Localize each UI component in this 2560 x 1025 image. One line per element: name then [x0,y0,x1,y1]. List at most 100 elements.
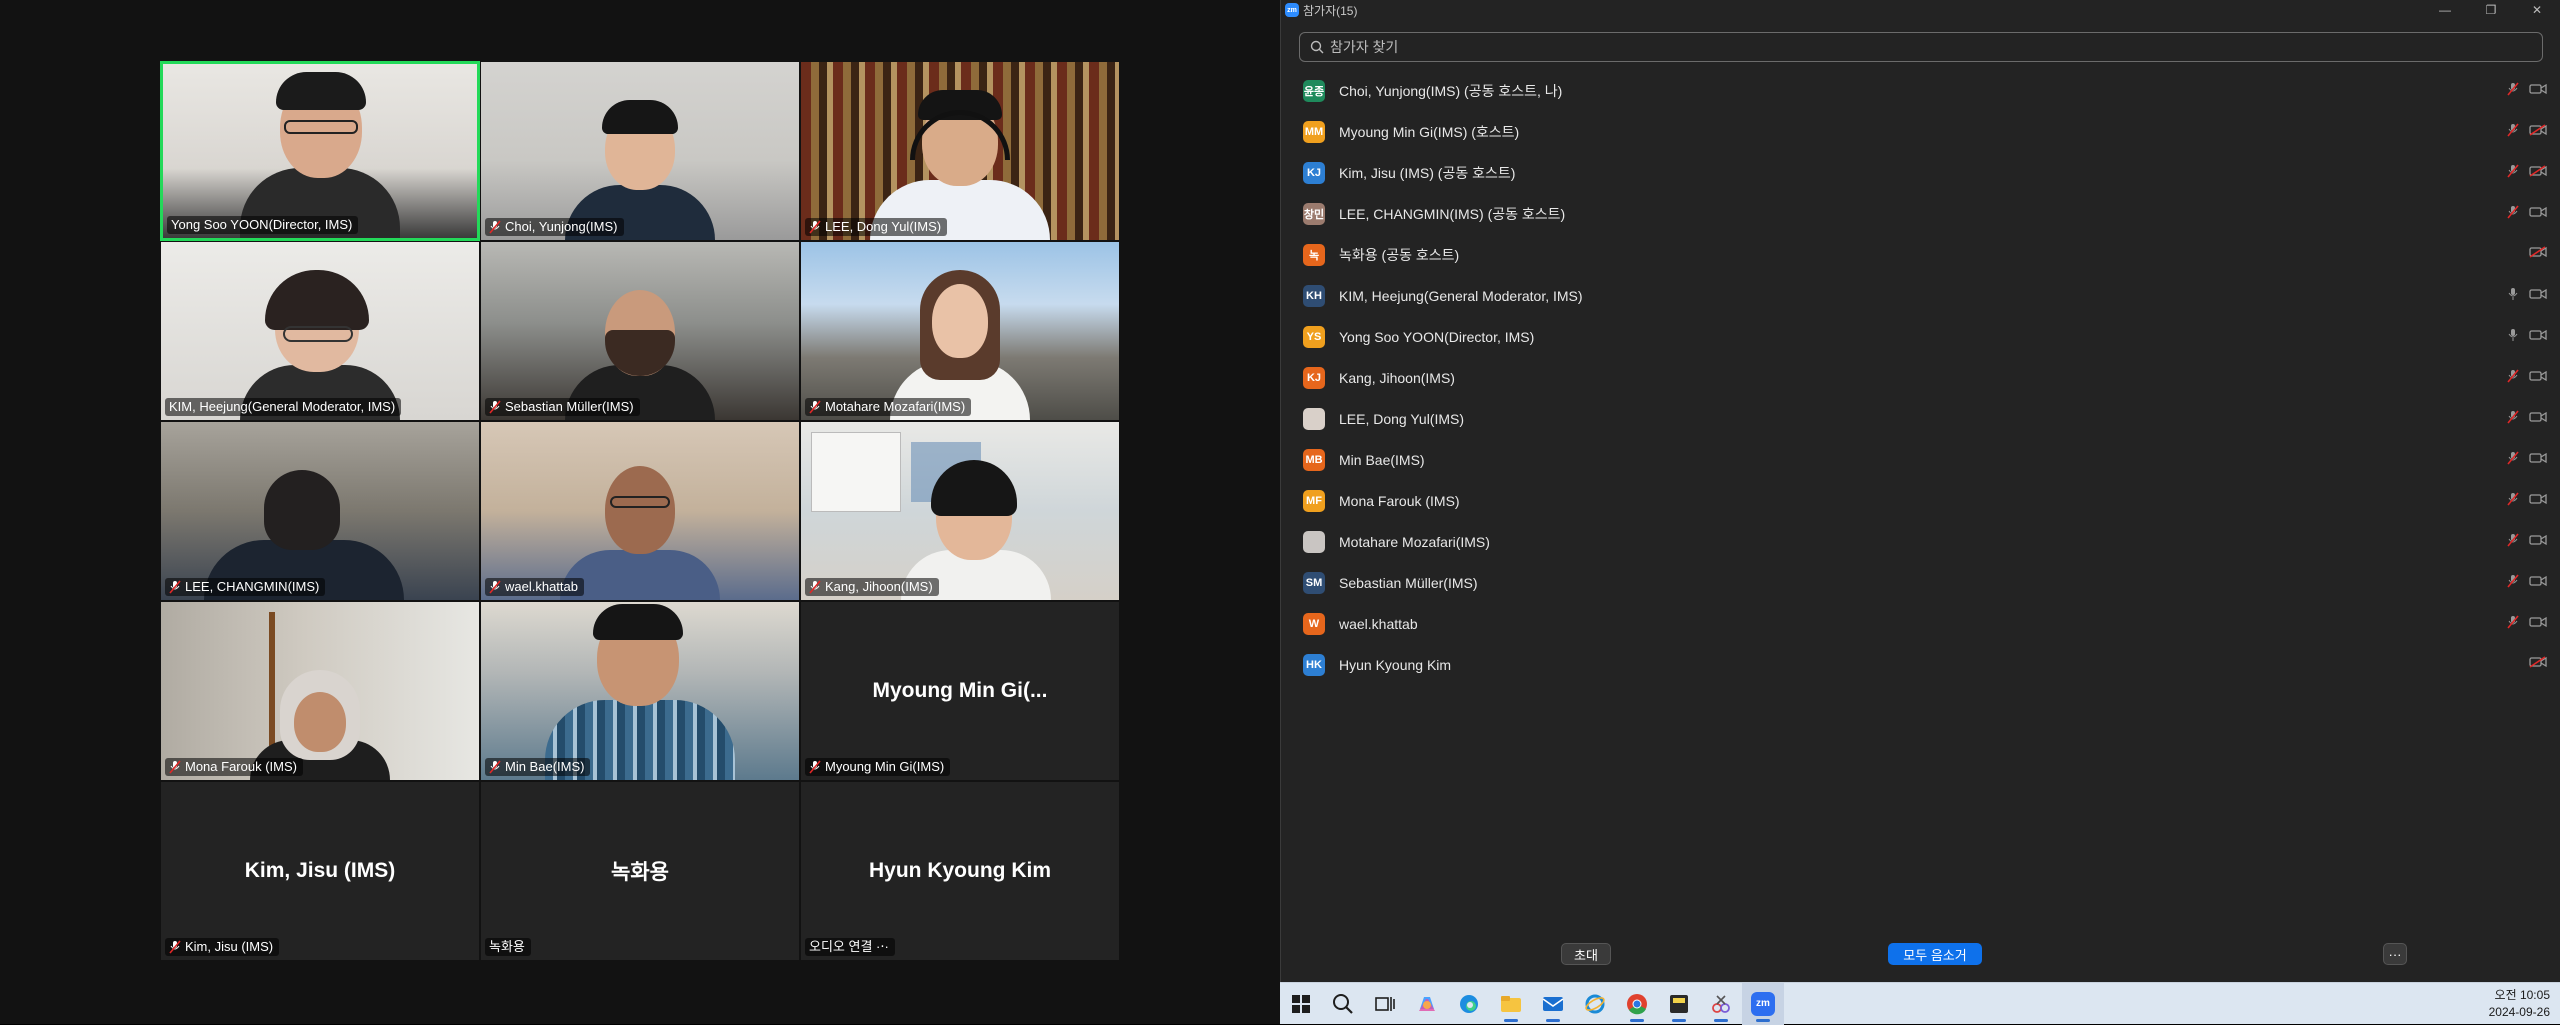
invite-button[interactable]: 초대 [1561,943,1611,965]
participant-row[interactable]: YS Yong Soo YOON(Director, IMS) [1281,316,2560,357]
video-tile[interactable]: 녹화용 녹화용 [480,781,800,961]
video-tile[interactable]: Kim, Jisu (IMS) Kim, Jisu (IMS) [160,781,480,961]
participant-name: 녹화용 (공동 호스트) [1339,246,1460,263]
participant-row[interactable]: 윤종 Choi, Yunjong(IMS) (공동 호스트, 나) [1281,70,2560,111]
mic-icon[interactable] [2507,287,2519,301]
tile-nameplate: Yong Soo YOON(Director, IMS) [167,216,359,234]
participant-row[interactable]: 창민 LEE, CHANGMIN(IMS) (공동 호스트) [1281,193,2560,234]
avatar: KH [1303,284,1325,307]
mail-button[interactable] [1532,983,1574,1025]
task-view-button[interactable] [1364,983,1406,1025]
participant-name: LEE, Dong Yul(IMS) [1339,410,1465,427]
mic-muted-icon[interactable] [2507,205,2519,219]
video-tile[interactable]: wael.khattab [480,421,800,601]
video-icon[interactable] [2529,206,2547,218]
participant-status [2507,533,2547,547]
clock-time: 오전 10:05 [2494,988,2550,1002]
video-tile[interactable]: Choi, Yunjong(IMS) [480,61,800,241]
mic-icon[interactable] [2507,328,2519,342]
video-tile[interactable]: Kang, Jihoon(IMS) [800,421,1120,601]
participant-row[interactable]: MM Myoung Min Gi(IMS) (호스트) [1281,111,2560,152]
participants-panel: zm 참가자(15) — ❐ ✕ 윤종 Choi, Yunjong(IMS) (공… [1280,0,2560,1024]
video-icon[interactable] [2529,370,2547,382]
mic-muted-icon[interactable] [2507,82,2519,96]
video-icon[interactable] [2529,288,2547,300]
mic-muted-icon[interactable] [2507,164,2519,178]
video-tile[interactable]: Hyun Kyoung Kim 오디오 연결 ·‧· [800,781,1120,961]
window-controls: — ❐ ✕ [2422,0,2560,20]
start-button[interactable] [1280,983,1322,1025]
snipping-tool-button[interactable] [1700,983,1742,1025]
mic-muted-icon[interactable] [2507,615,2519,629]
zoom-taskbar-button[interactable]: zm [1742,982,1784,1025]
participant-row[interactable]: MF Mona Farouk (IMS) [1281,480,2560,521]
tile-nameplate: Choi, Yunjong(IMS) [485,218,624,236]
avatar: W [1303,612,1325,635]
mic-muted-icon [809,400,821,414]
participant-row[interactable]: LEE, Dong Yul(IMS) [1281,398,2560,439]
mail-icon [1542,996,1564,1011]
video-icon[interactable] [2529,534,2547,546]
more-options-button[interactable]: ··· [2383,943,2407,965]
video-tile[interactable]: Yong Soo YOON(Director, IMS) [160,61,480,241]
windows-taskbar: zm 오전 10:05 2024-09-26 [1280,982,2560,1025]
video-icon[interactable] [2529,329,2547,341]
edge-icon [1460,994,1478,1013]
search-input[interactable] [1330,39,2530,55]
mic-muted-icon[interactable] [2507,492,2519,506]
mic-muted-icon [489,220,501,234]
video-tile[interactable]: Motahare Mozafari(IMS) [800,241,1120,421]
sticky-notes-button[interactable] [1658,983,1700,1025]
video-tile[interactable]: KIM, Heejung(General Moderator, IMS) [160,241,480,421]
participant-row[interactable]: KJ Kang, Jihoon(IMS) [1281,357,2560,398]
video-off-icon[interactable] [2529,246,2547,258]
participant-status [2507,164,2547,178]
video-icon[interactable] [2529,452,2547,464]
search-icon [1333,993,1353,1014]
mic-muted-icon[interactable] [2507,574,2519,588]
video-off-icon[interactable] [2529,656,2547,668]
video-tile[interactable]: Sebastian Müller(IMS) [480,241,800,421]
video-icon[interactable] [2529,575,2547,587]
participant-row[interactable]: HK Hyun Kyoung Kim [1281,644,2560,685]
video-tile[interactable]: LEE, CHANGMIN(IMS) [160,421,480,601]
video-icon[interactable] [2529,411,2547,423]
zoom-app-icon: zm [1751,991,1775,1016]
video-tile[interactable]: Mona Farouk (IMS) [160,601,480,781]
system-clock[interactable]: 오전 10:05 2024-09-26 [2489,987,2550,1021]
video-icon[interactable] [2529,83,2547,95]
tile-nameplate: LEE, CHANGMIN(IMS) [165,578,326,596]
participant-row[interactable]: SM Sebastian Müller(IMS) [1281,562,2560,603]
participant-row[interactable]: KJ Kim, Jisu (IMS) (공동 호스트) [1281,152,2560,193]
minimize-icon[interactable]: — [2422,0,2468,20]
mic-muted-icon[interactable] [2507,410,2519,424]
file-explorer-button[interactable] [1490,983,1532,1025]
mic-muted-icon[interactable] [2507,533,2519,547]
avatar: YS [1303,325,1325,348]
participant-search[interactable] [1299,32,2543,62]
chrome-button[interactable] [1616,983,1658,1025]
participant-row[interactable]: Motahare Mozafari(IMS) [1281,521,2560,562]
video-off-icon[interactable] [2529,124,2547,136]
mic-muted-icon[interactable] [2507,123,2519,137]
video-tile[interactable]: Min Bae(IMS) [480,601,800,781]
edge-button[interactable] [1448,983,1490,1025]
video-icon[interactable] [2529,493,2547,505]
restore-icon[interactable]: ❐ [2468,0,2514,20]
close-icon[interactable]: ✕ [2514,0,2560,20]
ie-button[interactable] [1574,983,1616,1025]
mute-all-button[interactable]: 모두 음소거 [1888,943,1982,965]
taskbar-search-button[interactable] [1322,983,1364,1025]
mic-muted-icon[interactable] [2507,451,2519,465]
mic-muted-icon[interactable] [2507,369,2519,383]
copilot-button[interactable] [1406,983,1448,1025]
participant-row[interactable]: Wwael.khattab [1281,603,2560,644]
participant-name: Kang, Jihoon(IMS) [1339,369,1455,386]
participant-row[interactable]: MB Min Bae(IMS) [1281,439,2560,480]
video-tile[interactable]: Myoung Min Gi(... Myoung Min Gi(IMS) [800,601,1120,781]
video-off-icon[interactable] [2529,165,2547,177]
video-icon[interactable] [2529,616,2547,628]
participant-row[interactable]: 녹 녹화용 (공동 호스트) [1281,234,2560,275]
video-tile[interactable]: LEE, Dong Yul(IMS) [800,61,1120,241]
participant-row[interactable]: KH KIM, Heejung(General Moderator, IMS) [1281,275,2560,316]
